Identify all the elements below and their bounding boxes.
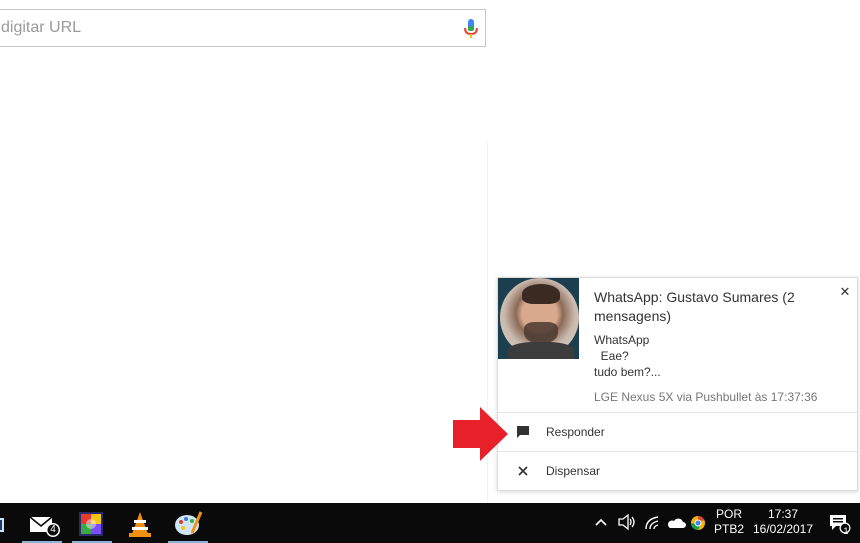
reply-button[interactable]: Responder <box>498 413 857 451</box>
reply-label: Responder <box>546 425 605 439</box>
notification-card[interactable]: WhatsApp: Gustavo Sumares (2 mensagens) … <box>497 277 858 491</box>
language-code: POR <box>715 507 742 521</box>
close-icon[interactable]: ✕ <box>838 285 852 299</box>
chevron-up-icon[interactable] <box>594 515 608 529</box>
vlc-cone-icon[interactable] <box>122 509 158 539</box>
cloud-icon[interactable] <box>666 516 686 530</box>
window-icon[interactable] <box>0 509 6 539</box>
notification-title: WhatsApp: Gustavo Sumares (2 mensagens) <box>594 289 795 324</box>
mic-icon[interactable] <box>461 18 481 40</box>
url-search-bar[interactable] <box>0 9 486 47</box>
contact-avatar <box>498 278 579 359</box>
clock-date: 16/02/2017 <box>752 522 814 536</box>
body-line: tudo bem?... <box>594 365 661 379</box>
taskbar: 4 POR PTB2 17:37 16/02/2017 1 <box>0 503 860 543</box>
notification-body: WhatsApp Eae? tudo bem?... <box>594 332 661 380</box>
screen: WhatsApp: Gustavo Sumares (2 mensagens) … <box>0 0 860 543</box>
color-tiles-icon[interactable] <box>73 509 109 539</box>
keyboard-layout: PTB2 <box>713 522 744 536</box>
mail-badge: 4 <box>50 524 56 535</box>
dismiss-label: Dispensar <box>546 464 601 478</box>
browser-icon[interactable] <box>690 515 706 531</box>
clock[interactable]: 17:37 16/02/2017 <box>752 507 814 537</box>
wifi-icon[interactable] <box>644 515 662 531</box>
clock-time: 17:37 <box>767 507 799 521</box>
palette-icon[interactable] <box>170 509 206 539</box>
comment-icon <box>517 426 529 438</box>
notification-source: LGE Nexus 5X via Pushbullet às 17:37:36 <box>594 390 818 404</box>
close-icon <box>518 466 528 476</box>
body-line: WhatsApp <box>594 333 650 347</box>
language-indicator[interactable]: POR PTB2 <box>712 507 746 537</box>
volume-icon[interactable] <box>617 514 637 530</box>
body-line: Eae? <box>594 349 629 363</box>
dismiss-button[interactable]: Dispensar <box>498 452 857 490</box>
red-arrow-icon <box>453 407 508 461</box>
notification-count-badge: 1 <box>843 526 849 536</box>
url-input[interactable] <box>1 10 441 46</box>
